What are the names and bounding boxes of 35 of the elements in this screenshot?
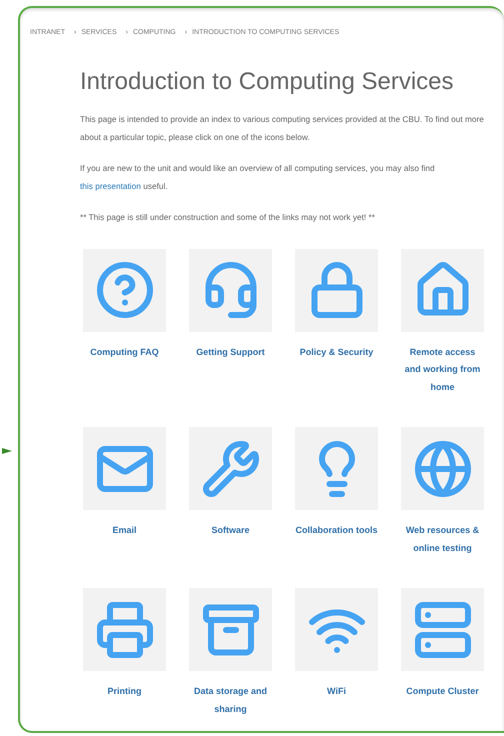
service-link[interactable]: Web resources & online testing <box>401 522 484 557</box>
service-link[interactable]: Getting Support <box>196 344 265 361</box>
help-icon <box>94 260 154 320</box>
printer-icon <box>94 600 154 660</box>
service-link[interactable]: WiFi <box>327 683 346 700</box>
service-tile[interactable] <box>295 248 378 332</box>
intro-paragraph: This page is intended to provide an index to various computing services provided at the CBU. To find out more about a particular topic, please click on one of the icons below. <box>80 112 485 144</box>
service-link[interactable]: Compute Cluster <box>406 683 479 700</box>
service-tile[interactable] <box>83 588 166 671</box>
server-icon <box>412 600 472 660</box>
service-tile[interactable] <box>401 248 484 332</box>
arrow-icon <box>2 446 12 456</box>
service-tile[interactable] <box>83 248 166 332</box>
service-tile[interactable] <box>83 427 166 510</box>
service-link[interactable]: Remote access and working from home <box>401 344 484 396</box>
service-tile[interactable] <box>189 427 272 510</box>
overview-paragraph: If you are new to the unit and would like an overview of all computing services, you may also find this presentation useful. <box>80 162 436 193</box>
service-tile[interactable] <box>295 427 378 510</box>
service-link[interactable]: Software <box>211 522 250 540</box>
service-link[interactable]: Printing <box>108 683 142 700</box>
service-link[interactable]: Email <box>112 522 136 540</box>
notice-text: ** This page is still under construction and some of the links may not work yet! ** <box>80 210 376 224</box>
page-title: Introduction to Computing Services <box>80 66 455 96</box>
service-link[interactable]: Collaboration tools <box>296 522 378 540</box>
service-link[interactable]: Policy & Security <box>300 344 374 361</box>
presentation-link[interactable]: this presentation <box>80 180 141 190</box>
service-tile[interactable] <box>401 427 484 510</box>
globe-icon <box>412 438 472 498</box>
service-tile[interactable] <box>295 588 378 671</box>
service-tile[interactable] <box>401 588 484 671</box>
service-link[interactable]: Computing FAQ <box>90 344 159 361</box>
service-link[interactable]: Data storage and sharing <box>189 683 272 718</box>
wrench-icon <box>200 438 260 498</box>
service-tile[interactable] <box>189 588 272 671</box>
service-tile[interactable] <box>189 248 272 332</box>
